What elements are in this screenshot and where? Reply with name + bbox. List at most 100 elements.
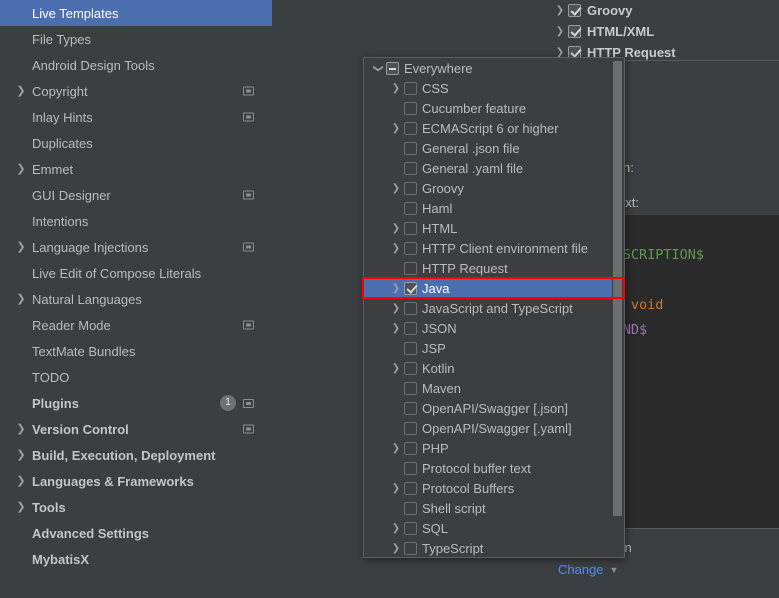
- sidebar-item-emmet[interactable]: ❯ Emmet: [0, 156, 272, 182]
- checkbox-checked-icon[interactable]: [568, 25, 581, 38]
- checkbox-unchecked-icon[interactable]: [404, 81, 417, 95]
- sidebar-item-natural-languages[interactable]: ❯ Natural Languages: [0, 286, 272, 312]
- chevron-right-icon[interactable]: ❯: [14, 163, 28, 175]
- checkbox-unchecked-icon[interactable]: [404, 241, 417, 255]
- chevron-right-icon[interactable]: ❯: [388, 363, 404, 374]
- sidebar-item-live-templates[interactable]: Live Templates: [0, 0, 272, 26]
- context-option-jsp[interactable]: JSP: [364, 338, 612, 358]
- context-option-typescript[interactable]: ❯ TypeScript: [364, 538, 612, 557]
- context-list[interactable]: ❯ Everywhere ❯ CSS Cucumber feature ❯ ECMAScri…: [364, 58, 612, 557]
- popup-scrollbar[interactable]: [612, 59, 623, 557]
- context-option-shell-script[interactable]: Shell script: [364, 498, 612, 518]
- chevron-right-icon[interactable]: ❯: [388, 543, 404, 554]
- chevron-right-icon[interactable]: ❯: [14, 423, 28, 435]
- context-option-javascript-and-typescript[interactable]: ❯ JavaScript and TypeScript: [364, 298, 612, 318]
- chevron-right-icon[interactable]: ❯: [14, 475, 28, 487]
- sidebar-item-intentions[interactable]: Intentions: [0, 208, 272, 234]
- context-option-html[interactable]: ❯ HTML: [364, 218, 612, 238]
- sidebar-item-build-execution-deployment[interactable]: ❯ Build, Execution, Deployment: [0, 442, 272, 468]
- sidebar-item-duplicates[interactable]: Duplicates: [0, 130, 272, 156]
- checkbox-unchecked-icon[interactable]: [404, 321, 417, 335]
- sidebar-item-inlay-hints[interactable]: Inlay Hints: [0, 104, 272, 130]
- context-option-general-json-file[interactable]: General .json file: [364, 138, 612, 158]
- checkbox-unchecked-icon[interactable]: [404, 441, 417, 455]
- sidebar-item-todo[interactable]: TODO: [0, 364, 272, 390]
- context-option-haml[interactable]: Haml: [364, 198, 612, 218]
- context-option-http-request[interactable]: HTTP Request: [364, 258, 612, 278]
- chevron-right-icon[interactable]: ❯: [388, 483, 404, 494]
- checkbox-unchecked-icon[interactable]: [404, 401, 417, 415]
- checkbox-unchecked-icon[interactable]: [404, 201, 417, 215]
- chevron-right-icon[interactable]: ❯: [388, 283, 404, 294]
- chevron-right-icon[interactable]: ❯: [14, 501, 28, 513]
- sidebar-item-android-design-tools[interactable]: Android Design Tools: [0, 52, 272, 78]
- chevron-right-icon[interactable]: ❯: [388, 83, 404, 94]
- context-option-cucumber-feature[interactable]: Cucumber feature: [364, 98, 612, 118]
- settings-sidebar[interactable]: Live Templates File Types Android Design T…: [0, 0, 272, 598]
- checkbox-partial-icon[interactable]: [386, 61, 399, 75]
- checkbox-unchecked-icon[interactable]: [404, 261, 417, 275]
- context-option-http-client-environment-file[interactable]: ❯ HTTP Client environment file: [364, 238, 612, 258]
- context-option-css[interactable]: ❯ CSS: [364, 78, 612, 98]
- popup-scrollbar-thumb[interactable]: [613, 61, 622, 516]
- context-option-protocol-buffer-text[interactable]: Protocol buffer text: [364, 458, 612, 478]
- context-option-php[interactable]: ❯ PHP: [364, 438, 612, 458]
- checkbox-checked-icon[interactable]: [404, 281, 417, 295]
- context-option-json[interactable]: ❯ JSON: [364, 318, 612, 338]
- sidebar-item-copyright[interactable]: ❯ Copyright: [0, 78, 272, 104]
- chevron-right-icon[interactable]: ❯: [552, 5, 568, 16]
- chevron-right-icon[interactable]: ❯: [552, 26, 568, 37]
- chevron-right-icon[interactable]: ❯: [14, 85, 28, 97]
- context-option-maven[interactable]: Maven: [364, 378, 612, 398]
- context-option-openapi-swagger-yaml[interactable]: OpenAPI/Swagger [.yaml]: [364, 418, 612, 438]
- checkbox-unchecked-icon[interactable]: [404, 541, 417, 555]
- chevron-right-icon[interactable]: ❯: [388, 323, 404, 334]
- sidebar-item-gui-designer[interactable]: GUI Designer: [0, 182, 272, 208]
- template-group-row[interactable]: ❯ HTML/XML: [552, 21, 779, 42]
- sidebar-item-languages-frameworks[interactable]: ❯ Languages & Frameworks: [0, 468, 272, 494]
- template-group-row[interactable]: ❯ Groovy: [552, 0, 779, 21]
- chevron-right-icon[interactable]: ❯: [388, 243, 404, 254]
- context-option-general-yaml-file[interactable]: General .yaml file: [364, 158, 612, 178]
- checkbox-unchecked-icon[interactable]: [404, 141, 417, 155]
- checkbox-unchecked-icon[interactable]: [404, 461, 417, 475]
- context-option-protocol-buffers[interactable]: ❯ Protocol Buffers: [364, 478, 612, 498]
- context-selection-popup[interactable]: ❯ Everywhere ❯ CSS Cucumber feature ❯ ECMAScri…: [363, 57, 625, 558]
- chevron-right-icon[interactable]: ❯: [388, 303, 404, 314]
- checkbox-unchecked-icon[interactable]: [404, 161, 417, 175]
- sidebar-item-reader-mode[interactable]: Reader Mode: [0, 312, 272, 338]
- chevron-right-icon[interactable]: ❯: [388, 183, 404, 194]
- sidebar-item-version-control[interactable]: ❯ Version Control: [0, 416, 272, 442]
- sidebar-item-language-injections[interactable]: ❯ Language Injections: [0, 234, 272, 260]
- context-option-groovy[interactable]: ❯ Groovy: [364, 178, 612, 198]
- chevron-right-icon[interactable]: ❯: [14, 449, 28, 461]
- sidebar-item-textmate-bundles[interactable]: TextMate Bundles: [0, 338, 272, 364]
- chevron-right-icon[interactable]: ❯: [388, 123, 404, 134]
- sidebar-item-mybatisx[interactable]: MybatisX: [0, 546, 272, 572]
- context-option-kotlin[interactable]: ❯ Kotlin: [364, 358, 612, 378]
- context-option-everywhere[interactable]: ❯ Everywhere: [364, 58, 612, 78]
- context-option-openapi-swagger-json[interactable]: OpenAPI/Swagger [.json]: [364, 398, 612, 418]
- context-option-java[interactable]: ❯ Java: [364, 278, 612, 298]
- chevron-right-icon[interactable]: ❯: [388, 523, 404, 534]
- checkbox-unchecked-icon[interactable]: [404, 381, 417, 395]
- checkbox-unchecked-icon[interactable]: [404, 301, 417, 315]
- checkbox-unchecked-icon[interactable]: [404, 481, 417, 495]
- sidebar-item-advanced-settings[interactable]: Advanced Settings: [0, 520, 272, 546]
- checkbox-unchecked-icon[interactable]: [404, 121, 417, 135]
- sidebar-item-tools[interactable]: ❯ Tools: [0, 494, 272, 520]
- sidebar-item-file-types[interactable]: File Types: [0, 26, 272, 52]
- checkbox-unchecked-icon[interactable]: [404, 521, 417, 535]
- chevron-right-icon[interactable]: ❯: [388, 443, 404, 454]
- change-context-link[interactable]: Change ▼: [558, 562, 618, 577]
- chevron-right-icon[interactable]: ❯: [14, 293, 28, 305]
- chevron-down-icon[interactable]: ❯: [373, 60, 384, 76]
- checkbox-unchecked-icon[interactable]: [404, 501, 417, 515]
- context-option-ecmascript-6-or-higher[interactable]: ❯ ECMAScript 6 or higher: [364, 118, 612, 138]
- context-option-sql[interactable]: ❯ SQL: [364, 518, 612, 538]
- checkbox-unchecked-icon[interactable]: [404, 101, 417, 115]
- checkbox-unchecked-icon[interactable]: [404, 341, 417, 355]
- sidebar-item-plugins[interactable]: Plugins 1: [0, 390, 272, 416]
- checkbox-unchecked-icon[interactable]: [404, 421, 417, 435]
- checkbox-unchecked-icon[interactable]: [404, 361, 417, 375]
